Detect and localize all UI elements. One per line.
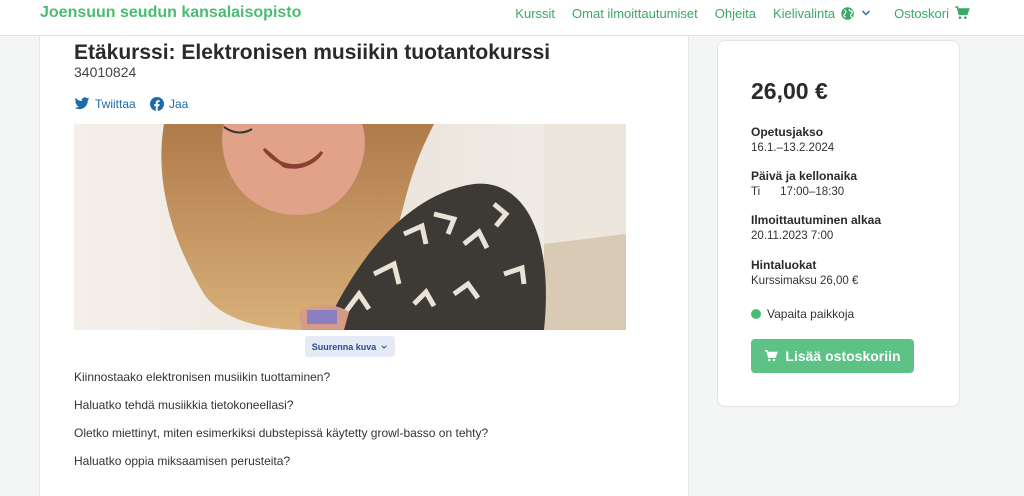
add-to-cart-label: Lisää ostoskoriin (785, 348, 901, 364)
period-label: Opetusjakso (751, 125, 824, 139)
site-brand[interactable]: Joensuun seudun kansalaisopisto (40, 4, 301, 22)
availability-label: Vapaita paikkoja (767, 307, 855, 321)
pricing-value: Kurssimaksu 26,00 € (751, 275, 859, 287)
globe-icon (841, 6, 854, 20)
description-paragraph: Haluatko tehdä musiikkia tietokoneellasi… (74, 398, 294, 412)
share-twitter-link[interactable]: Twiittaa (74, 97, 136, 111)
share-facebook-link[interactable]: Jaa (150, 97, 188, 111)
period-value: 16.1.–13.2.2024 (751, 142, 835, 154)
add-to-cart-button[interactable]: Lisää ostoskoriin (751, 339, 914, 373)
course-code: 34010824 (74, 64, 137, 80)
facebook-icon (150, 97, 164, 111)
main-nav: Kurssit Omat ilmoittautumiset Ohjeita Ki… (498, 5, 970, 21)
description-paragraph: Haluatko oppia miksaamisen perusteita? (74, 454, 291, 468)
nav-courses[interactable]: Kurssit (515, 6, 555, 21)
enlarge-image-button[interactable]: Suurenna kuva (305, 336, 395, 357)
pricing-label: Hintaluokat (751, 258, 817, 272)
nav-cart[interactable]: Ostoskori (894, 5, 970, 21)
language-label: Kielivalinta (772, 5, 836, 21)
chevron-down-icon (862, 10, 871, 16)
course-details-card: Etäkurssi: Elektronisen musiikin tuotant… (39, 36, 689, 496)
schedule-day: Ti (751, 186, 761, 198)
language-selector[interactable]: Kielivalinta (773, 6, 872, 21)
course-summary-card: 26,00 € Opetusjakso 16.1.–13.2.2024 Päiv… (717, 40, 960, 407)
chevron-down-icon (381, 344, 387, 349)
availability-status: Vapaita paikkoja (751, 307, 854, 321)
schedule-time: 17:00–18:30 (780, 186, 845, 198)
registration-label: Ilmoittautuminen alkaa (751, 213, 882, 227)
status-dot (751, 309, 761, 319)
description-paragraph: Kiinnostaako elektronisen musiikin tuott… (74, 370, 331, 384)
nav-help[interactable]: Ohjeita (715, 6, 756, 21)
course-image (74, 124, 626, 330)
twitter-icon (74, 97, 90, 110)
share-facebook-label: Jaa (169, 97, 189, 111)
enlarge-image-label: Suurenna kuva (311, 341, 377, 352)
registration-value: 20.11.2023 7:00 (751, 230, 834, 242)
share-twitter-label: Twiittaa (95, 97, 136, 111)
schedule-value: Ti 17:00–18:30 (751, 186, 844, 198)
cart-icon (765, 350, 779, 362)
nav-my-registrations[interactable]: Omat ilmoittautumiset (572, 6, 698, 21)
top-navigation-bar: Joensuun seudun kansalaisopisto Kurssit … (0, 0, 1024, 36)
course-title: Etäkurssi: Elektronisen musiikin tuotant… (74, 41, 551, 64)
course-price: 26,00 € (751, 78, 828, 104)
cart-label: Ostoskori (894, 5, 949, 21)
schedule-label: Päivä ja kellonaika (751, 169, 858, 183)
description-paragraph: Oletko miettinyt, miten esimerkiksi dubs… (74, 426, 489, 440)
cart-icon (955, 6, 970, 19)
